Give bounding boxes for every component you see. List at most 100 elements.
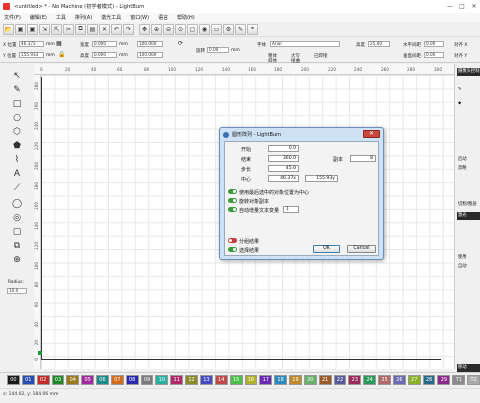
layer-swatch-03[interactable]: 03 — [51, 375, 65, 385]
layer-swatch-20[interactable]: 20 — [303, 375, 317, 385]
layer-swatch-21[interactable]: 21 — [318, 375, 332, 385]
right-panel-tool-1[interactable]: ✎ — [457, 86, 480, 94]
copies-input[interactable]: 8 — [350, 155, 376, 162]
layer-swatch-16[interactable]: 16 — [244, 375, 258, 385]
undo-icon[interactable]: ↶ — [111, 23, 122, 35]
cancel-button[interactable]: Cancel — [347, 245, 376, 253]
v-spacing-input[interactable]: 0.00 — [424, 52, 444, 58]
layer-swatch-05[interactable]: 05 — [81, 375, 95, 385]
layer-swatch-26[interactable]: 26 — [392, 375, 406, 385]
redo-icon[interactable]: ↷ — [123, 23, 134, 35]
layer-swatch-11[interactable]: 11 — [170, 375, 184, 385]
layer-swatch-10[interactable]: 10 — [155, 375, 169, 385]
camera-control-tab[interactable]: 摄像头控制 — [457, 68, 480, 76]
layer-swatch-23[interactable]: 23 — [348, 375, 362, 385]
layer-swatch-15[interactable]: 15 — [229, 375, 243, 385]
rectangle-tool-icon[interactable]: □ — [10, 98, 24, 110]
grid-array-icon[interactable]: ▢ — [10, 226, 24, 238]
close-window-button[interactable]: ✕ — [468, 0, 480, 12]
polygon-tool-icon[interactable]: ⬡ — [10, 126, 24, 138]
menu-file[interactable]: 文件(F) — [4, 14, 21, 21]
layer-swatch-14[interactable]: 14 — [214, 375, 228, 385]
layer-swatch-01[interactable]: 01 — [21, 375, 35, 385]
layer-swatch-28[interactable]: 28 — [422, 375, 436, 385]
ok-button[interactable]: OK — [313, 245, 340, 253]
select-results-toggle[interactable] — [228, 247, 237, 252]
import-icon[interactable]: ⇲ — [39, 23, 50, 35]
group-results-toggle[interactable] — [228, 238, 237, 243]
layer-swatch-22[interactable]: 22 — [333, 375, 347, 385]
open-file-icon[interactable]: 📂 — [3, 23, 14, 35]
height-input[interactable]: 0.000 — [92, 52, 117, 58]
settings-icon[interactable]: ⚙ — [223, 23, 234, 35]
dialog-close-button[interactable]: ✕ — [363, 130, 380, 138]
h-spacing-input[interactable]: 0.00 — [424, 41, 444, 47]
right-option-enable[interactable]: 启动 — [457, 156, 480, 164]
layer-swatch-06[interactable]: 06 — [96, 375, 109, 385]
layer-swatch-00[interactable]: 00 — [7, 375, 20, 385]
position-laser-icon[interactable]: ⊕ — [10, 254, 24, 266]
camera-icon[interactable]: ◉ — [199, 23, 210, 35]
rotate-input[interactable]: 0.00 — [207, 47, 229, 53]
radius-input[interactable]: 10.0 — [7, 288, 27, 294]
font-select[interactable]: Arial — [270, 41, 340, 47]
rotate-copies-toggle[interactable] — [228, 198, 237, 203]
layer-swatch-12[interactable]: 12 — [185, 375, 198, 385]
layer-swatch-29[interactable]: 29 — [437, 375, 451, 385]
start-input[interactable]: 0.0 — [268, 145, 299, 152]
width-percent-input[interactable]: 100.000 — [137, 41, 163, 47]
delete-icon[interactable]: ✕ — [99, 23, 110, 35]
save-as-icon[interactable]: ▣ — [27, 23, 38, 35]
menu-laser-tools[interactable]: 激光工具 — [101, 14, 121, 21]
layer-swatch-04[interactable]: 04 — [66, 375, 80, 385]
last-center-toggle[interactable] — [228, 189, 237, 194]
layer-swatch-24[interactable]: 24 — [363, 375, 377, 385]
menu-window[interactable]: 窗口(W) — [130, 14, 149, 21]
layer-swatch-T1[interactable]: T1 — [452, 375, 466, 385]
tools-icon[interactable]: ✎ — [235, 23, 246, 35]
x-position-input[interactable]: 46.372 — [19, 41, 44, 47]
path-tool-icon[interactable]: ⌇ — [10, 154, 24, 166]
right-option-ignore[interactable]: 忽略 — [457, 165, 480, 173]
pan-icon[interactable]: ✥ — [139, 23, 150, 35]
maximize-button[interactable]: □ — [456, 0, 468, 12]
menu-language[interactable]: 语言 — [158, 14, 168, 21]
layer-swatch-13[interactable]: 13 — [199, 375, 213, 385]
layer-swatch-08[interactable]: 08 — [125, 375, 139, 385]
copy-icon[interactable]: ⧉ — [75, 23, 86, 35]
boolean-tool-icon[interactable]: ◎ — [10, 212, 24, 224]
welded-label[interactable]: 已焊接 — [314, 53, 328, 59]
auto-text-toggle[interactable] — [228, 207, 237, 212]
layer-swatch-T2[interactable]: T2 — [467, 375, 480, 385]
y-position-input[interactable]: 155.933 — [19, 52, 44, 58]
layer-swatch-19[interactable]: 19 — [289, 375, 302, 385]
monitor-icon[interactable]: ▭ — [211, 23, 222, 35]
line-tool-icon[interactable]: ⬟ — [10, 140, 24, 152]
menu-edit[interactable]: 编辑(E) — [30, 14, 47, 21]
measure-tool-icon[interactable]: ⟋ — [10, 182, 24, 194]
text-tool-icon[interactable]: A — [10, 168, 24, 180]
save-icon[interactable]: ▣ — [15, 23, 26, 35]
cut-icon[interactable]: ✂ — [63, 23, 74, 35]
circular-array-icon[interactable]: ⧉ — [10, 240, 24, 252]
step-input[interactable]: 45.0 — [268, 165, 299, 172]
end-input[interactable]: 360.0 — [268, 155, 299, 162]
text-height-input[interactable]: 25.00 — [368, 41, 390, 47]
layer-swatch-07[interactable]: 07 — [110, 375, 124, 385]
edit-nodes-icon[interactable]: ✎ — [10, 84, 24, 96]
laser-tab[interactable]: 激光 — [457, 212, 480, 220]
layer-swatch-02[interactable]: 02 — [36, 375, 50, 385]
move-tab[interactable]: 移动 — [457, 364, 480, 372]
lock-icon[interactable]: 🔒 — [58, 52, 65, 58]
grid-anchor-icon[interactable]: ▦ — [56, 41, 62, 47]
layer-swatch-18[interactable]: 18 — [274, 375, 288, 385]
layer-swatch-09[interactable]: 09 — [140, 375, 154, 385]
menu-tools[interactable]: 工具 — [56, 14, 66, 21]
paste-icon[interactable]: ▤ — [87, 23, 98, 35]
menu-help[interactable]: 帮助(H) — [177, 14, 195, 21]
select-tool-icon[interactable]: ↖ — [10, 70, 24, 82]
right-panel-tool-2[interactable]: ⬥ — [457, 100, 480, 108]
zoom-page-icon[interactable]: ⊙ — [175, 23, 186, 35]
offset-tool-icon[interactable]: ◯ — [10, 198, 24, 210]
zoom-out-icon[interactable]: ⊖ — [163, 23, 174, 35]
